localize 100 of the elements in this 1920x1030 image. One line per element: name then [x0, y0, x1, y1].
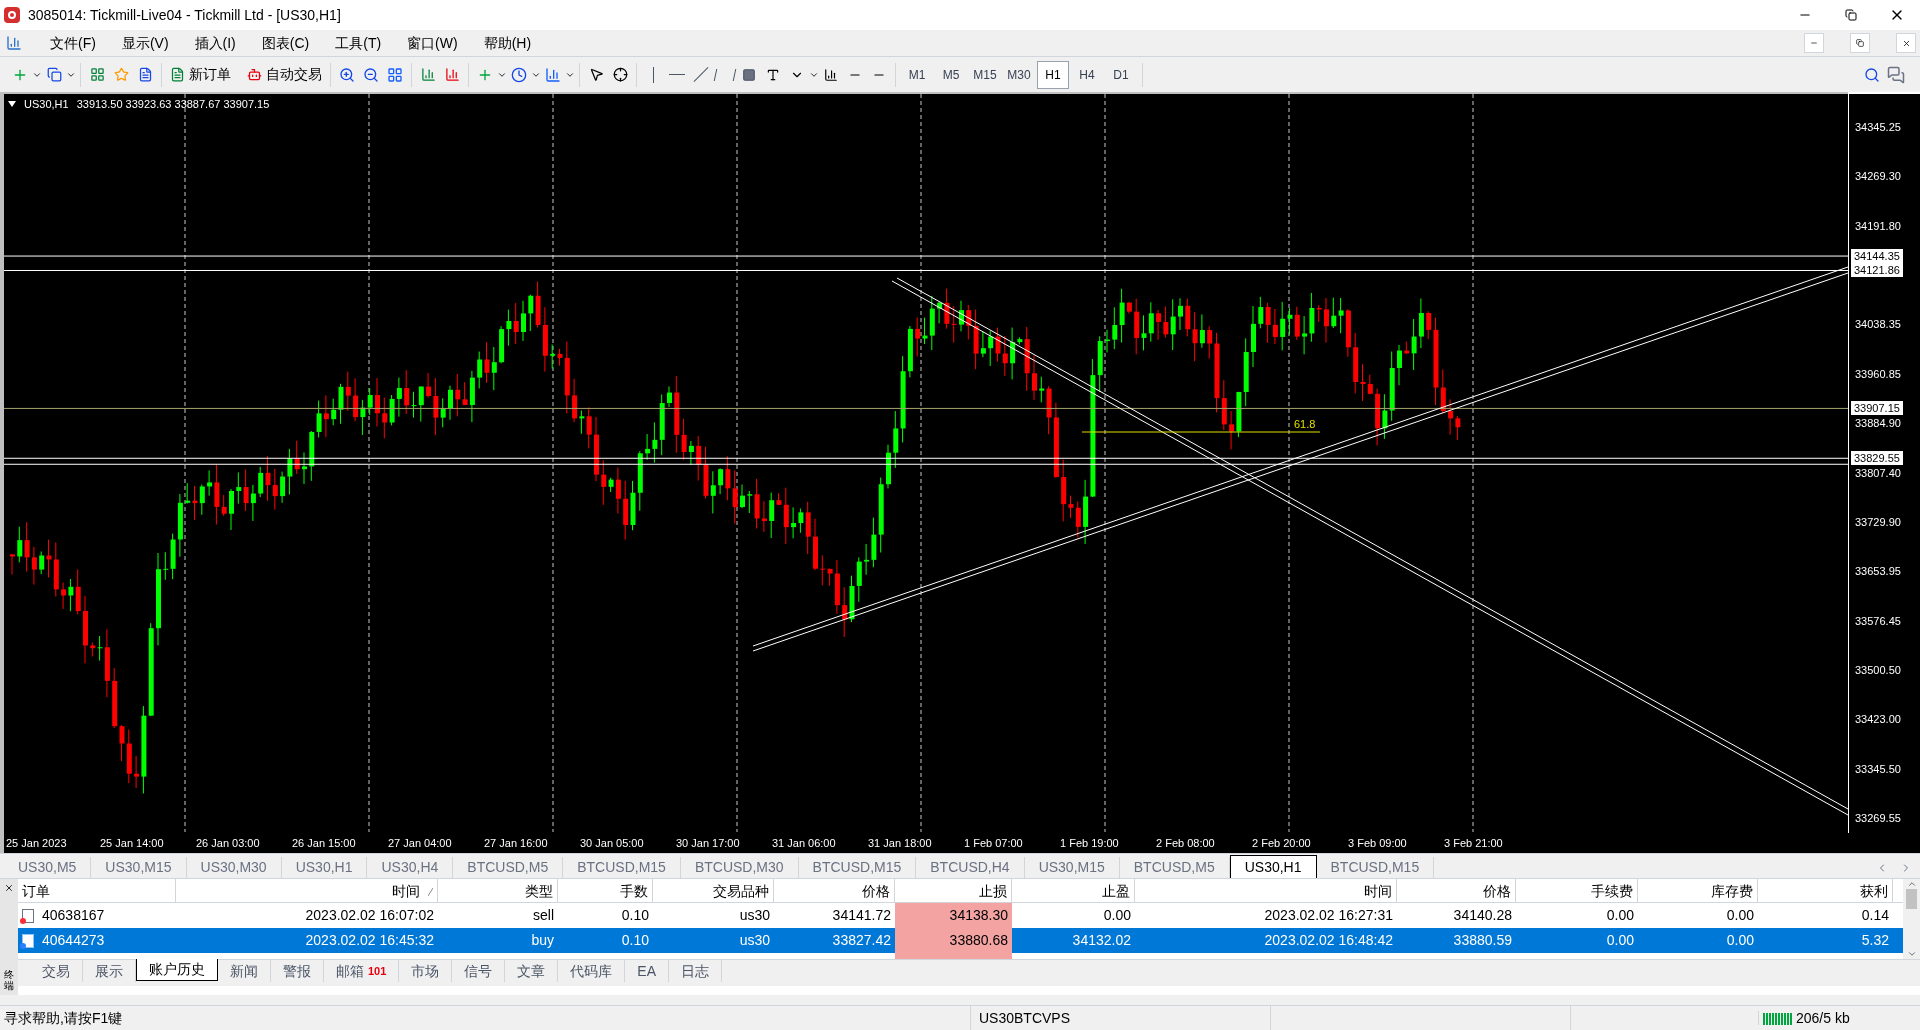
column-header[interactable]: 止损 [895, 879, 1012, 902]
time-axis-label: 30 Jan 05:00 [580, 836, 644, 851]
history-row[interactable]: 40644273 2023.02.02 16:45:32 buy 0.10 us30 33827.42 33880.68 34132.02 2023.02.02 16:48:42 33880.59 0.00 0.00 5.32 [18, 928, 1903, 953]
column-header[interactable]: 止盈 [1012, 879, 1135, 902]
scroll-down-icon[interactable] [1906, 949, 1917, 959]
chart-tab[interactable]: US30,M15 [1024, 857, 1120, 878]
status-server: US30BTCVPS [970, 1006, 1270, 1030]
price-tick-label: 33960.85 [1855, 366, 1901, 382]
time-axis-label: 30 Jan 17:00 [676, 836, 740, 851]
column-header[interactable]: 价格 [774, 879, 895, 902]
terminal-tab[interactable]: 信号 [452, 960, 506, 982]
table-cell-text: 33880.59 [1452, 931, 1513, 950]
column-header[interactable]: 类型 [438, 879, 558, 902]
menu-item[interactable]: 窗口(W) [407, 32, 458, 54]
chart-tab[interactable]: US30,H1 [281, 857, 368, 878]
close-icon[interactable] [1901, 38, 1911, 48]
chart-tab[interactable]: BTCUSD,M15 [798, 857, 917, 878]
terminal-tab[interactable]: 邮箱 101 [324, 960, 400, 982]
status-help-text: 寻求帮助,请按F1键 [3, 1008, 124, 1028]
terminal-tab[interactable]: 代码库 [558, 960, 626, 982]
timeframe-button[interactable]: M30 [1003, 60, 1035, 89]
table-cell-text: 0.10 [620, 931, 650, 950]
close-icon[interactable] [4, 883, 14, 893]
chart-tab[interactable]: BTCUSD,H4 [916, 857, 1025, 878]
terminal-tab[interactable]: 警报 [271, 960, 324, 982]
price-tick-label: 33576.45 [1855, 613, 1901, 629]
column-header[interactable]: 时间 [1135, 879, 1397, 902]
sort-icon [428, 888, 433, 897]
table-cell-text: 5.32 [1860, 931, 1890, 950]
column-header[interactable]: 手续费 [1516, 879, 1638, 902]
price-tick-label: 34038.35 [1855, 317, 1901, 333]
new-order-button[interactable]: 新订单 [166, 64, 235, 85]
chart-tab[interactable]: US30,H1 [1229, 855, 1317, 878]
column-header[interactable]: 交易品种 [653, 879, 774, 902]
price-tick-label: 33269.55 [1855, 811, 1901, 826]
chart-tab[interactable]: BTCUSD,M5 [1119, 857, 1230, 878]
column-header[interactable]: 库存费 [1638, 879, 1758, 902]
chart-tab[interactable]: BTCUSD,M5 [453, 857, 564, 878]
menu-item[interactable]: 帮助(H) [483, 32, 532, 54]
collapse-icon[interactable] [8, 101, 16, 108]
table-cell-text: 0.00 [1605, 931, 1635, 950]
menu-item[interactable]: 插入(I) [194, 32, 236, 54]
table-cell-text: 33827.42 [831, 931, 892, 950]
chart-tab[interactable]: US30,M15 [91, 857, 187, 878]
chart-tab[interactable]: US30,M30 [186, 857, 282, 878]
menu-item[interactable]: 工具(T) [335, 32, 382, 54]
price-tick-label: 34345.25 [1855, 120, 1901, 135]
table-cell-text: 0.00 [1605, 906, 1635, 925]
scrollbar-thumb[interactable] [1906, 889, 1917, 909]
time-axis-label: 26 Jan 15:00 [292, 836, 356, 851]
price-tick-label: 33653.95 [1855, 564, 1901, 580]
menu-item[interactable]: 图表(C) [261, 32, 310, 54]
column-header[interactable]: 获利 [1758, 879, 1893, 902]
timeframe-button[interactable]: M5 [935, 60, 967, 89]
table-cell-text: 0.00 [1725, 931, 1755, 950]
price-tick-label: 33423.00 [1855, 712, 1901, 728]
connection-bars-icon [1758, 1011, 1792, 1025]
price-tick-label: 33729.90 [1855, 514, 1901, 530]
time-axis-label: 31 Jan 18:00 [868, 836, 932, 851]
column-header[interactable]: 手数 [558, 879, 653, 902]
table-cell-text: 0.10 [620, 906, 650, 925]
table-cell-text: us30 [738, 931, 771, 950]
time-axis-label: 3 Feb 21:00 [1444, 836, 1503, 851]
price-tick-label: 33500.50 [1855, 662, 1901, 678]
column-header[interactable]: 订单 [18, 879, 176, 902]
terminal-tab[interactable]: 账户历史 [136, 959, 218, 981]
terminal-tab[interactable]: EA [625, 960, 670, 982]
timeframe-button[interactable]: D1 [1105, 60, 1137, 89]
terminal-tab[interactable]: 市场 [399, 960, 453, 982]
chart-tab[interactable]: US30,M5 [4, 857, 92, 878]
terminal-tab[interactable]: 新闻 [218, 960, 271, 982]
terminal-tab[interactable]: 文章 [505, 960, 559, 982]
menu-item[interactable]: 显示(V) [121, 32, 169, 54]
price-marker: 33907.15 [1851, 401, 1903, 416]
time-axis-label: 25 Jan 2023 [6, 836, 67, 851]
table-cell-text: 2023.02.02 16:45:32 [304, 931, 435, 950]
menu-item[interactable]: 文件(F) [50, 32, 96, 54]
timeframe-button[interactable]: H1 [1037, 60, 1069, 89]
chart-symbol: US30,H1 [24, 97, 69, 112]
app-logo-icon [4, 7, 20, 23]
timeframe-button[interactable]: M1 [901, 60, 933, 89]
timeframe-button[interactable]: H4 [1071, 60, 1103, 89]
chart-tab[interactable]: US30,H4 [367, 857, 454, 878]
restore-icon[interactable] [1845, 9, 1857, 21]
new-order-icon [170, 67, 185, 82]
vertical-scrollbar[interactable] [1903, 879, 1920, 959]
auto-trading-button[interactable]: 自动交易 [243, 64, 326, 85]
restore-icon[interactable] [1856, 39, 1864, 47]
price-marker: 33829.55 [1851, 451, 1903, 466]
chart-tab[interactable]: BTCUSD,M30 [680, 857, 799, 878]
robot-icon [247, 67, 262, 82]
terminal-tab[interactable]: 日志 [669, 960, 723, 982]
chart-tab[interactable]: BTCUSD,M15 [563, 857, 681, 878]
chart-tab[interactable]: BTCUSD,M15 [1316, 857, 1435, 878]
column-header[interactable]: 时间 [176, 879, 438, 902]
column-header[interactable]: 价格 [1397, 879, 1516, 902]
scroll-up-icon[interactable] [1906, 879, 1917, 889]
timeframe-button[interactable]: M15 [969, 60, 1001, 89]
table-cell-text: 34140.28 [1452, 906, 1513, 925]
terminal-tab[interactable]: 交易 [30, 960, 83, 982]
